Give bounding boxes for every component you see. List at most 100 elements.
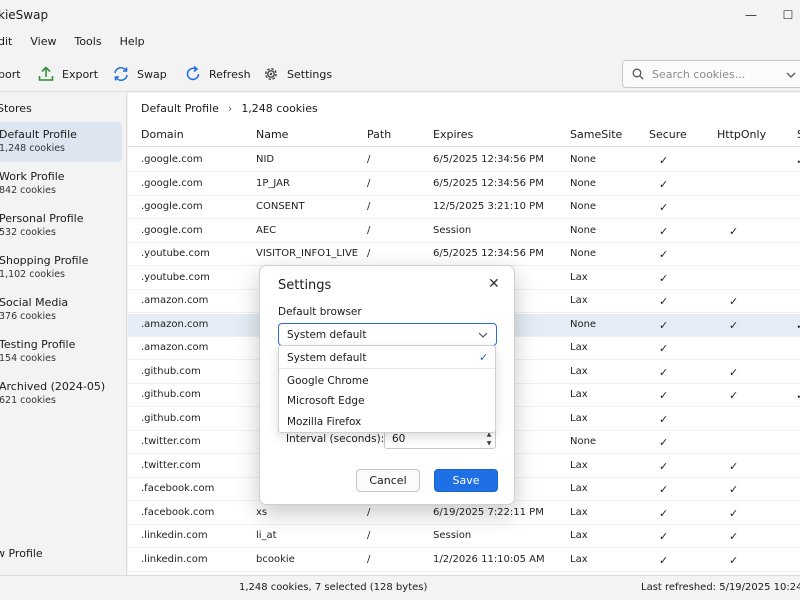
cell-secure: ✓ (659, 506, 669, 520)
export-icon (38, 66, 54, 81)
menu-help[interactable]: Help (120, 30, 145, 54)
refresh-button[interactable]: Refresh (184, 64, 251, 84)
cell-path: / (367, 177, 371, 189)
profile-count: 842 cookies (0, 185, 56, 196)
cell-secure: ✓ (659, 154, 669, 167)
breadcrumb: Default Profile › 1,248 cookies (141, 102, 318, 115)
cell-samesite: None (570, 154, 597, 165)
cell-httponly: ✓ (729, 389, 739, 402)
cell-path: / (367, 224, 371, 236)
profile-item-default[interactable]: Default Profile 1,248 cookies (0, 122, 122, 162)
column-header-secure[interactable]: Secure (649, 128, 687, 141)
cell-path: / (367, 248, 371, 259)
table-row[interactable]: .youtube.com VISITOR_INFO1_LIVE / 6/5/2025 … (128, 243, 800, 266)
column-header-path[interactable]: Path (367, 128, 391, 141)
cell-samesite: None (570, 177, 597, 189)
cell-path: / (367, 530, 371, 541)
swap-label: Swap (137, 67, 167, 81)
save-button[interactable]: Save (434, 469, 498, 492)
browser-option-edge[interactable]: Microsoft Edge (279, 391, 495, 412)
cell-samesite: Lax (570, 483, 588, 494)
selected-browser: System default (287, 329, 367, 341)
cell-httponly: ✓ (729, 506, 739, 520)
cell-samesite: Lax (570, 342, 588, 353)
cell-secure: ✓ (659, 201, 669, 214)
profile-count: 1,248 cookies (0, 143, 65, 154)
profile-name: Personal Profile (0, 212, 84, 225)
chevron-down-icon[interactable] (786, 66, 796, 84)
menu-view[interactable]: View (30, 30, 56, 54)
cell-samesite: None (570, 201, 597, 212)
close-icon[interactable]: ✕ (488, 276, 500, 292)
column-header-samesite[interactable]: SameSite (570, 128, 622, 141)
table-row[interactable]: .linkedin.com bcookie / 1/2/2026 11:10:05 A… (128, 549, 800, 572)
interval-value[interactable]: 60 (392, 433, 405, 445)
table-header: Domain Name Path Expires SameSite Secure… (128, 123, 800, 147)
minimize-button[interactable]: — (741, 6, 761, 24)
cell-secure: ✓ (659, 436, 669, 449)
profile-count: 532 cookies (0, 227, 56, 238)
default-browser-select[interactable]: System default (278, 323, 497, 346)
settings-button[interactable]: Settings (262, 64, 332, 84)
cell-domain: .github.com (141, 389, 201, 400)
cell-domain: .google.com (141, 177, 203, 189)
column-header-expires[interactable]: Expires (433, 128, 473, 141)
column-header-name[interactable]: Name (256, 128, 288, 141)
cell-expires: 1/2/2026 11:10:05 AM (433, 553, 545, 565)
breadcrumb-profile[interactable]: Default Profile (141, 102, 219, 115)
cell-httponly: ✓ (729, 318, 739, 332)
table-row[interactable]: .google.com AEC / Session None ✓ ✓ (128, 220, 800, 243)
cell-secure: ✓ (659, 342, 669, 355)
table-row[interactable]: .google.com 1P_JAR / 6/5/2025 12:34:56 PM No… (128, 173, 800, 196)
status-summary: 1,248 cookies, 7 selected (128 bytes) (239, 582, 428, 593)
table-row[interactable]: .google.com CONSENT / 12/5/2025 3:21:10 PM N… (128, 196, 800, 219)
cell-expires: 6/19/2025 7:22:11 PM (433, 506, 544, 518)
maximize-button[interactable]: ☐ (778, 6, 798, 24)
search-input[interactable]: Search cookies... (652, 68, 745, 81)
cell-domain: .amazon.com (141, 318, 209, 330)
cell-httponly: ✓ (729, 365, 739, 379)
title-bar: kieSwap — ☐ (0, 0, 800, 30)
profile-item-testing[interactable]: Testing Profile 154 cookies (0, 332, 122, 372)
decrement-arrow-icon[interactable]: ▼ (483, 439, 495, 448)
cell-samesite: Lax (570, 506, 588, 518)
profile-item-work[interactable]: Work Profile 842 cookies (0, 164, 122, 204)
column-header-httponly[interactable]: HttpOnly (717, 128, 766, 141)
profile-name: Archived (2024-05) (0, 380, 106, 393)
table-row[interactable]: .google.com NID / 6/5/2025 12:34:56 PM None ✓… (128, 149, 800, 172)
settings-label: Settings (287, 67, 333, 81)
profile-name: Shopping Profile (0, 254, 89, 267)
cell-samesite: Lax (570, 553, 588, 565)
profile-item-personal[interactable]: Personal Profile 532 cookies (0, 206, 122, 246)
browser-option-system-default[interactable]: System default ✓ (279, 348, 495, 369)
browser-option-firefox[interactable]: Mozilla Firefox (279, 412, 495, 433)
profile-item-archived[interactable]: Archived (2024-05) 621 cookies (0, 374, 122, 414)
cell-extra: ✓ (796, 389, 800, 402)
cell-domain: .facebook.com (141, 506, 215, 518)
option-label: Mozilla Firefox (287, 416, 362, 428)
cell-secure: ✓ (659, 530, 669, 543)
status-last-refreshed: Last refreshed: 5/19/2025 10:24:31 AM (641, 582, 800, 593)
cell-samesite: Lax (570, 459, 588, 471)
cell-httponly: ✓ (729, 553, 739, 567)
status-bar: 1,248 cookies, 7 selected (128 bytes) La… (0, 575, 800, 600)
menu-tools[interactable]: Tools (74, 30, 101, 54)
cell-path: / (367, 506, 371, 518)
menu-edit[interactable]: dit (0, 30, 12, 54)
new-profile-button[interactable]: w Profile (0, 547, 43, 560)
profile-item-shopping[interactable]: Shopping Profile 1,102 cookies (0, 248, 122, 288)
import-label: port (0, 67, 21, 81)
table-row[interactable]: .linkedin.com li_at / Session Lax ✓ ✓ (128, 525, 800, 548)
import-button[interactable]: port (0, 64, 21, 84)
column-header-domain[interactable]: Domain (141, 128, 184, 141)
checkmark-icon: ✓ (479, 351, 489, 364)
browser-option-chrome[interactable]: Google Chrome (279, 371, 495, 392)
cell-domain: .twitter.com (141, 436, 201, 447)
cell-domain: .google.com (141, 224, 203, 236)
swap-button[interactable]: Swap (112, 64, 167, 84)
cancel-button[interactable]: Cancel (356, 469, 420, 492)
search-box[interactable]: Search cookies... (622, 60, 800, 88)
export-button[interactable]: Export (37, 64, 98, 84)
export-label: Export (62, 67, 99, 81)
profile-item-social-media[interactable]: Social Media 376 cookies (0, 290, 122, 330)
